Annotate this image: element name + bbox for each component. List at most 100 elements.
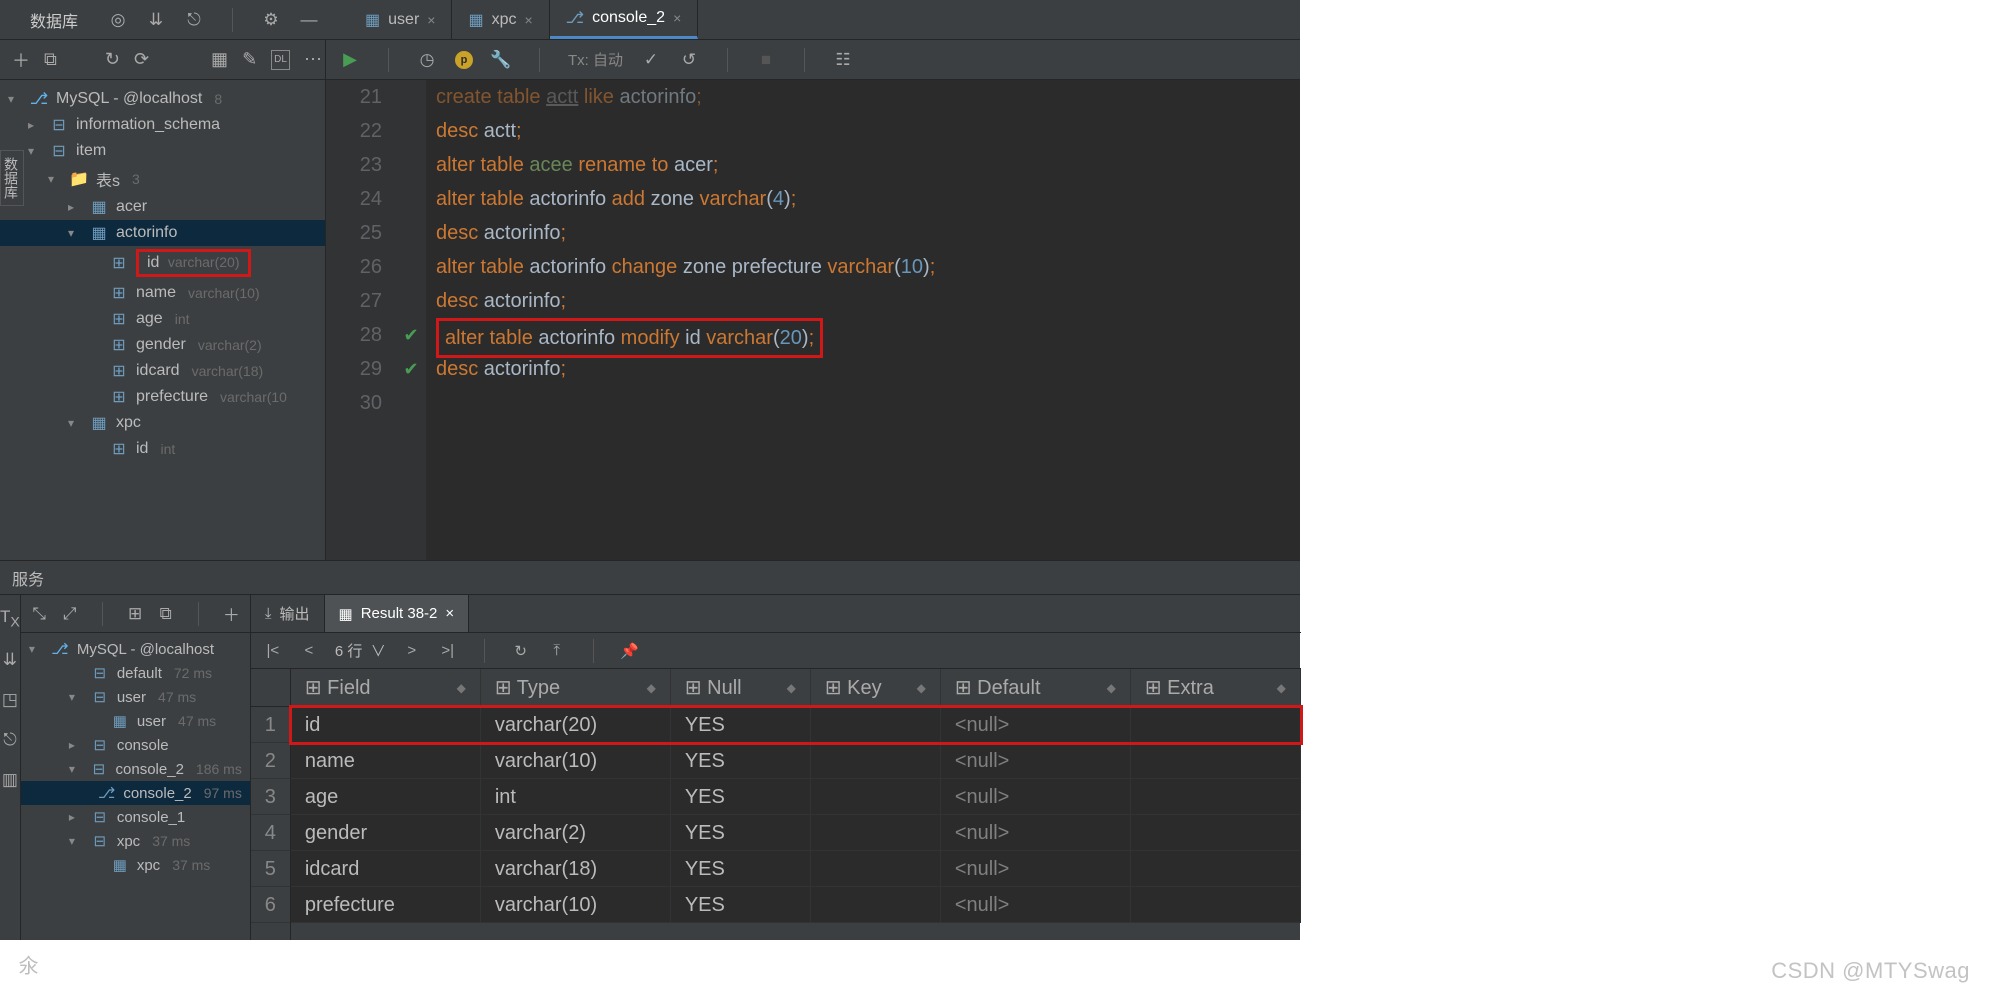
- code-line-28[interactable]: alter table actorinfo modify id varchar(…: [436, 318, 1300, 352]
- plan-icon[interactable]: p: [455, 51, 473, 69]
- tree-node[interactable]: ▸⊟information_schema: [0, 112, 325, 138]
- code-editor[interactable]: 21222324252627282930 ✔✔ create table act…: [326, 80, 1300, 560]
- close-icon[interactable]: ×: [524, 12, 532, 28]
- tree-node[interactable]: ▾⊟xpc 37 ms: [21, 829, 250, 853]
- db-tree[interactable]: ▾⎇MySQL - @localhost 8▸⊟information_sche…: [0, 80, 325, 560]
- grid-icon[interactable]: ⊞: [127, 604, 144, 624]
- tree-node[interactable]: ⊟default 72 ms: [21, 661, 250, 685]
- copy-icon[interactable]: ⧉: [44, 50, 57, 70]
- tree-node[interactable]: ▾📁表s 3: [0, 164, 325, 194]
- code-line-27[interactable]: desc actorinfo;: [436, 284, 1300, 318]
- prev-icon[interactable]: <: [299, 641, 319, 661]
- table-row[interactable]: prefecturevarchar(10)YES<null>: [291, 887, 1301, 923]
- more-icon[interactable]: ⋯: [304, 50, 322, 70]
- col-key[interactable]: ⊞ Key◆: [811, 669, 941, 706]
- tree-node[interactable]: ▸⊟console_1: [21, 805, 250, 829]
- tab-console_2[interactable]: ⎇console_2×: [550, 0, 699, 39]
- code-line-21[interactable]: create table actt like actorinfo;: [436, 80, 1300, 114]
- add2-icon[interactable]: ＋: [223, 604, 240, 624]
- tab-result[interactable]: ▦ Result 38-2 ×: [325, 595, 470, 632]
- tree-node[interactable]: ▾▦actorinfo: [0, 220, 325, 246]
- tree-node[interactable]: ⊞prefecture varchar(10: [0, 384, 325, 410]
- add-icon[interactable]: ＋: [12, 50, 30, 70]
- collapse-icon[interactable]: ⇊: [146, 10, 166, 30]
- tree-node[interactable]: ⊞id int: [0, 436, 325, 462]
- tree-node[interactable]: ▾▦xpc: [0, 410, 325, 436]
- close-icon[interactable]: ×: [673, 10, 681, 26]
- panel-icon[interactable]: ▥: [2, 770, 18, 790]
- code-line-29[interactable]: desc actorinfo;: [436, 352, 1300, 386]
- reload-icon[interactable]: ↻: [511, 641, 531, 661]
- code-line-30[interactable]: [436, 386, 1300, 420]
- target-icon[interactable]: ◎: [108, 10, 128, 30]
- code-line-25[interactable]: desc actorinfo;: [436, 216, 1300, 250]
- col-extra[interactable]: ⊞ Extra◆: [1131, 669, 1301, 706]
- tab-xpc[interactable]: ▦xpc×: [452, 0, 549, 39]
- services-tree[interactable]: ▾⎇MySQL - @localhost⊟default 72 ms▾⊟user…: [21, 633, 250, 940]
- table-row[interactable]: gendervarchar(2)YES<null>: [291, 815, 1301, 851]
- bookmark-icon[interactable]: ⧉: [157, 604, 174, 624]
- tree-node[interactable]: ▸▦acer: [0, 194, 325, 220]
- gear-icon[interactable]: ⚙: [261, 10, 281, 30]
- code-line-24[interactable]: alter table actorinfo add zone varchar(4…: [436, 182, 1300, 216]
- tree-node[interactable]: ▾⊟user 47 ms: [21, 685, 250, 709]
- expand-icon[interactable]: ⤡: [31, 604, 48, 624]
- services-pane: 服务 TX ⇊ ◳ ⎋ ▥ ⤡ ⤢ ⊞ ⧉ ＋ ▾⎇MySQL - @l: [0, 560, 1300, 940]
- table-row[interactable]: namevarchar(10)YES<null>: [291, 743, 1301, 779]
- pin-icon[interactable]: 📌: [620, 641, 640, 661]
- ddl-icon[interactable]: DL: [271, 50, 290, 70]
- col-field[interactable]: ⊞ Field◆: [291, 669, 481, 706]
- refresh-icon[interactable]: ↻: [105, 50, 120, 70]
- close-icon[interactable]: ×: [427, 12, 435, 28]
- code-line-22[interactable]: desc actt;: [436, 114, 1300, 148]
- collapse-icon[interactable]: ⇊: [3, 650, 17, 670]
- layout-icon[interactable]: ☷: [833, 50, 853, 70]
- tree-node[interactable]: ▾⎇MySQL - @localhost 8: [0, 86, 325, 112]
- side-tab-database[interactable]: 数据库: [0, 150, 24, 206]
- submit-icon[interactable]: ⤒: [547, 641, 567, 661]
- table-icon[interactable]: ▦: [211, 50, 228, 70]
- filter2-icon[interactable]: ⎋: [3, 730, 16, 750]
- commit-icon[interactable]: ✓: [641, 50, 661, 70]
- next-icon[interactable]: >: [402, 641, 422, 661]
- code-line-26[interactable]: alter table actorinfo change zone prefec…: [436, 250, 1300, 284]
- tree-node[interactable]: ⊞name varchar(10): [0, 280, 325, 306]
- tree-node[interactable]: ▾⊟item: [0, 138, 325, 164]
- tree-node[interactable]: ⎇console_2 97 ms: [21, 781, 250, 805]
- filter-icon[interactable]: ⎋: [184, 10, 204, 30]
- minimize-icon[interactable]: —: [299, 10, 319, 30]
- col-null[interactable]: ⊞ Null◆: [671, 669, 811, 706]
- run-icon[interactable]: ▶: [340, 50, 360, 70]
- tx-icon[interactable]: TX: [0, 607, 20, 630]
- tree-node[interactable]: ⊞gender varchar(2): [0, 332, 325, 358]
- collapse2-icon[interactable]: ⤢: [61, 604, 78, 624]
- close-icon[interactable]: ×: [445, 605, 454, 622]
- result-table[interactable]: 123456 ⊞ Field◆⊞ Type◆⊞ Null◆⊞ Key◆⊞ Def…: [251, 669, 1301, 940]
- sync-icon[interactable]: ⟳: [134, 50, 149, 70]
- tree-node[interactable]: ⊞idcard varchar(18): [0, 358, 325, 384]
- col-type[interactable]: ⊞ Type◆: [481, 669, 671, 706]
- tree-node[interactable]: ▦xpc 37 ms: [21, 853, 250, 877]
- tab-output[interactable]: ⤓ 输出: [251, 595, 325, 632]
- code-line-23[interactable]: alter table acee rename to acer;: [436, 148, 1300, 182]
- tree-node[interactable]: ▸⊟console: [21, 733, 250, 757]
- rollback-icon[interactable]: ↺: [679, 50, 699, 70]
- history-icon[interactable]: ◷: [417, 50, 437, 70]
- tree-node[interactable]: ▾⊟console_2 186 ms: [21, 757, 250, 781]
- tree-node[interactable]: ⊞age int: [0, 306, 325, 332]
- last-icon[interactable]: >|: [438, 641, 458, 661]
- table-row[interactable]: idvarchar(20)YES<null>: [291, 707, 1301, 743]
- table-header[interactable]: ⊞ Field◆⊞ Type◆⊞ Null◆⊞ Key◆⊞ Default◆⊞ …: [291, 669, 1301, 707]
- col-default[interactable]: ⊞ Default◆: [941, 669, 1131, 706]
- edit-icon[interactable]: ✎: [242, 50, 257, 70]
- settings-icon[interactable]: ◳: [2, 690, 18, 710]
- tab-user[interactable]: ▦user×: [349, 0, 452, 39]
- table-row[interactable]: ageintYES<null>: [291, 779, 1301, 815]
- tree-node[interactable]: ▾⎇MySQL - @localhost: [21, 637, 250, 661]
- first-icon[interactable]: |<: [263, 641, 283, 661]
- tx-label[interactable]: Tx: 自动: [568, 49, 623, 70]
- wrench-icon[interactable]: 🔧: [491, 50, 511, 70]
- tree-node-id-highlighted[interactable]: ⊞id varchar(20): [0, 246, 325, 280]
- table-row[interactable]: idcardvarchar(18)YES<null>: [291, 851, 1301, 887]
- tree-node[interactable]: ▦user 47 ms: [21, 709, 250, 733]
